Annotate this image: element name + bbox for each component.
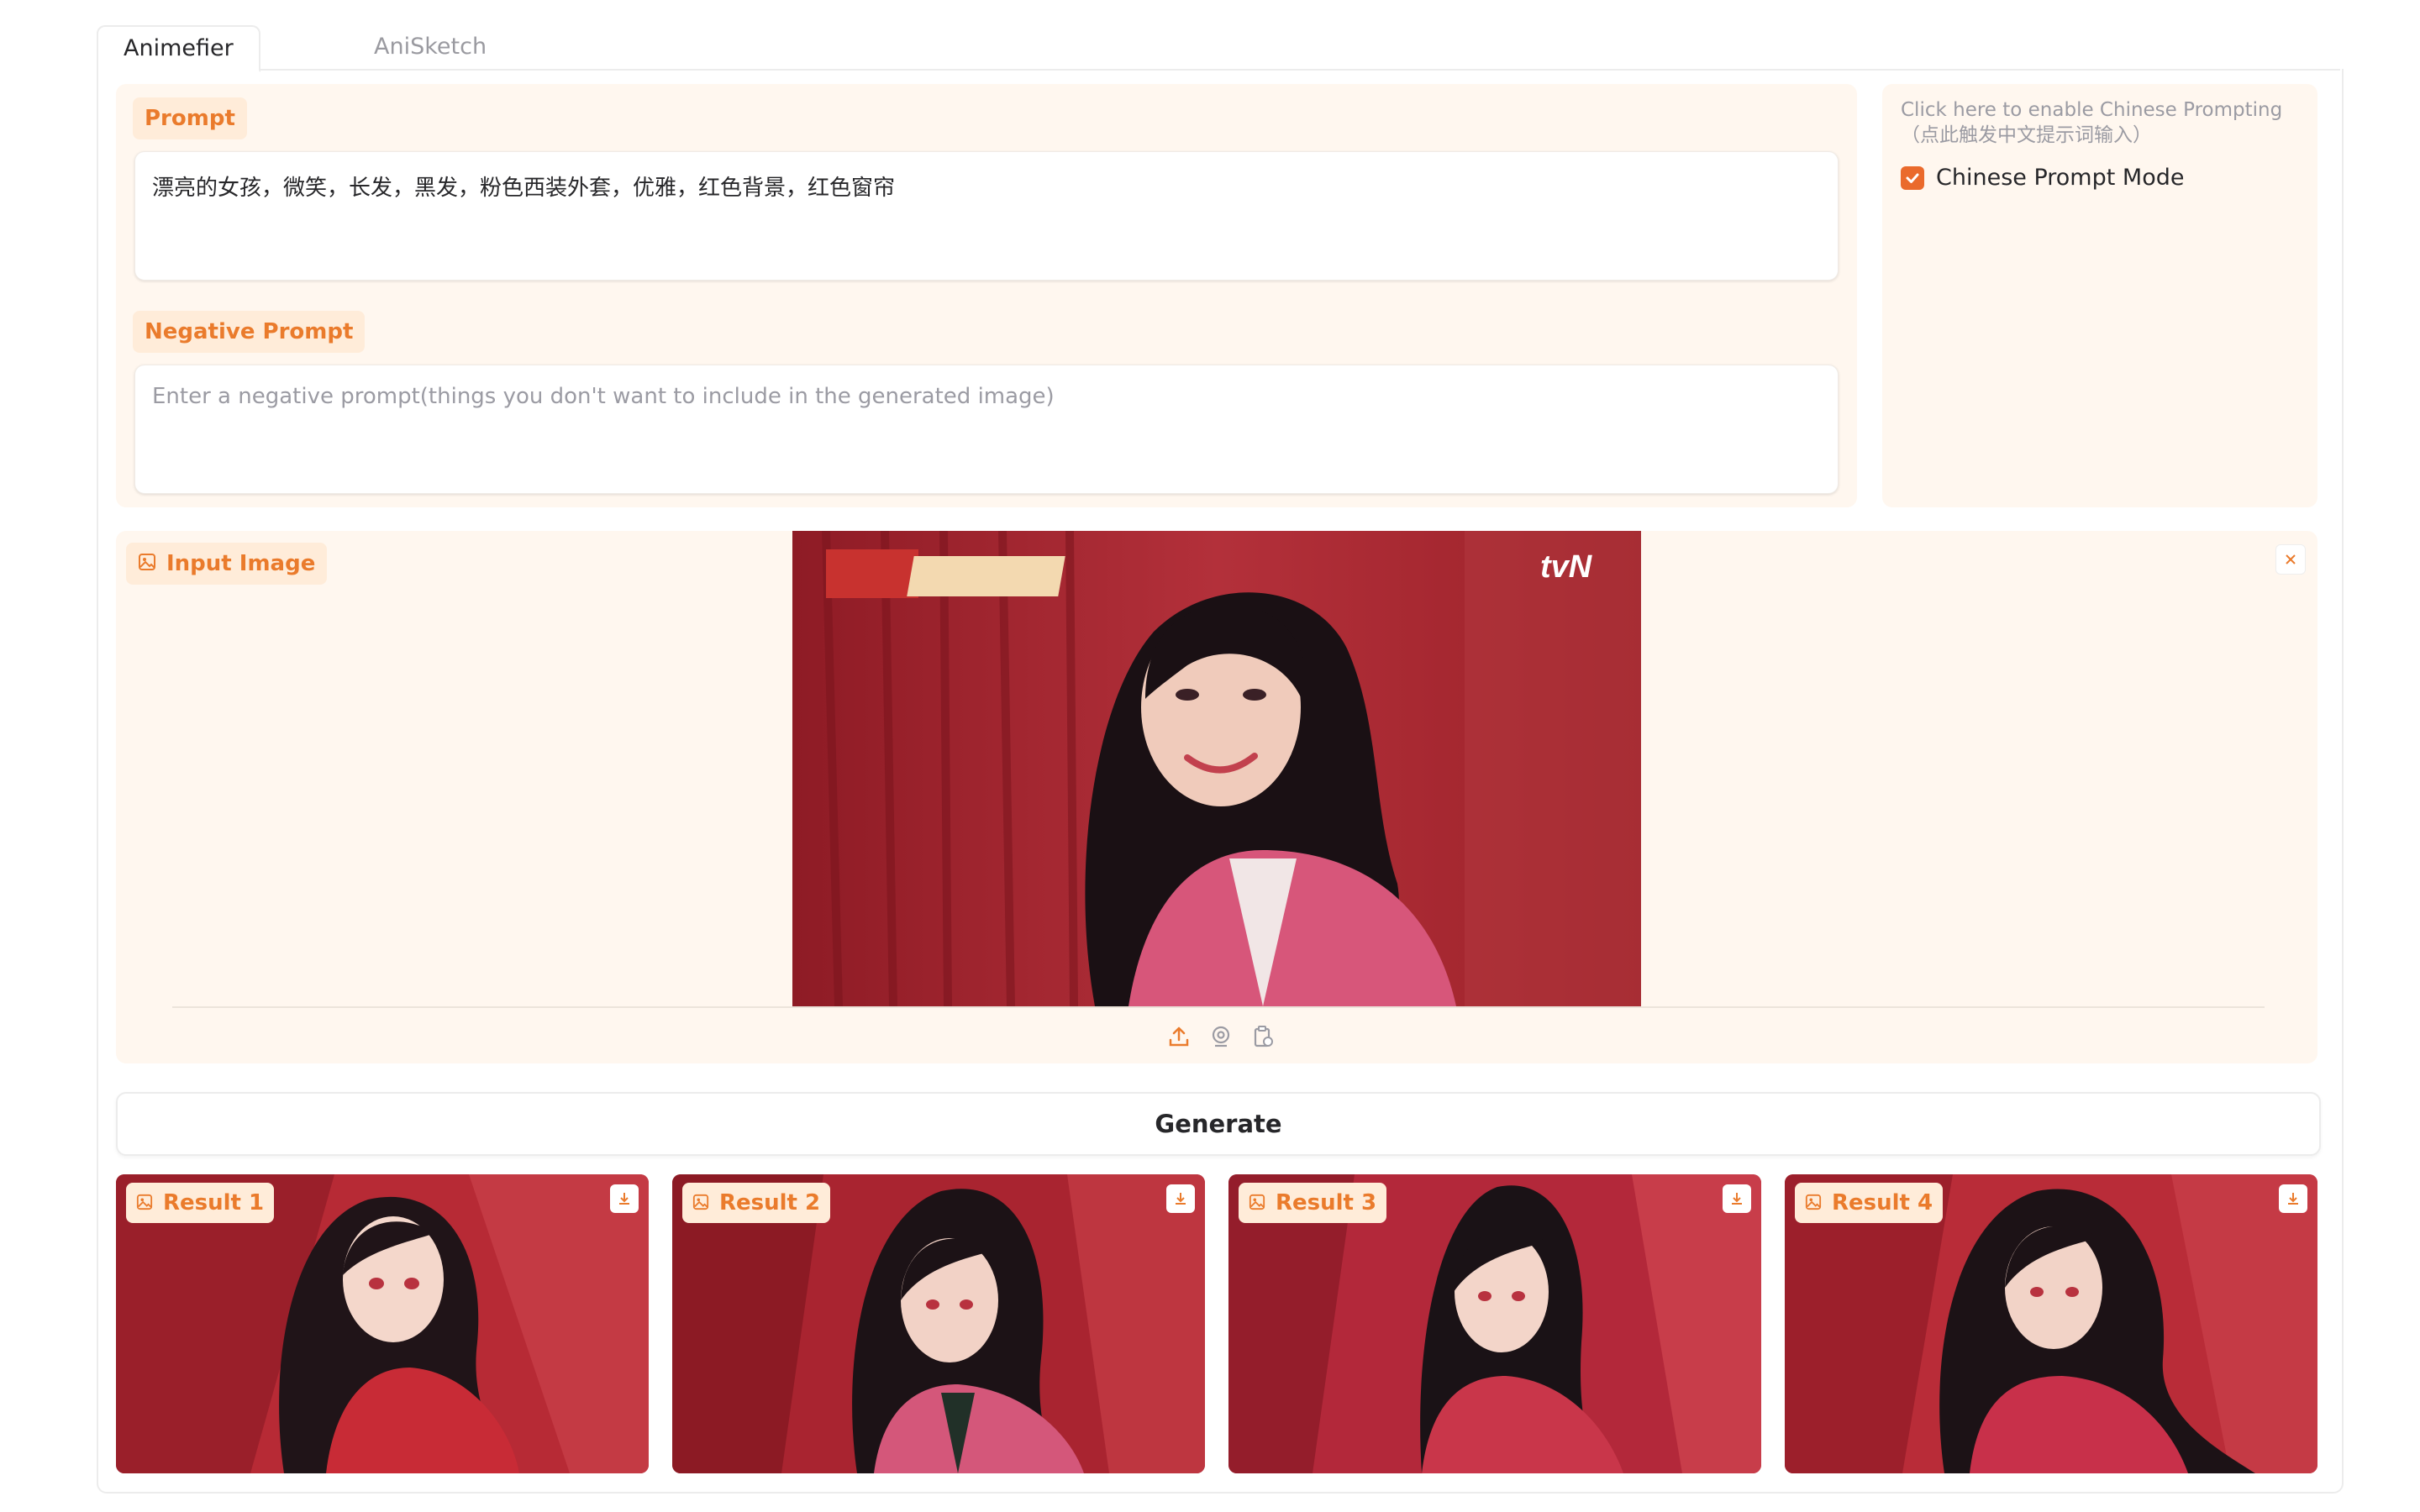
download-button[interactable] — [2279, 1184, 2307, 1213]
close-icon — [2286, 554, 2296, 564]
result-3: Result 3 — [1228, 1174, 1761, 1473]
download-button[interactable] — [1723, 1184, 1751, 1213]
prompt-label: Prompt — [133, 97, 247, 139]
input-image-preview: tvN — [792, 531, 1641, 1006]
result-4: Result 4 — [1785, 1174, 2317, 1473]
result-2-label: Result 2 — [682, 1183, 831, 1224]
webcam-icon[interactable] — [1206, 1021, 1236, 1052]
result-1-label: Result 1 — [126, 1183, 275, 1224]
image-icon — [692, 1184, 709, 1224]
prompt-input[interactable]: 漂亮的女孩，微笑，长发，黑发，粉色西装外套，优雅，红色背景，红色窗帘 — [134, 151, 1839, 281]
input-image-label: Input Image — [126, 543, 328, 585]
download-icon — [2288, 1193, 2298, 1205]
input-image-label-text: Input Image — [166, 551, 316, 576]
clipboard-icon[interactable] — [1248, 1021, 1278, 1052]
chinese-mode-panel: Click here to enable Chinese Prompting （… — [1882, 84, 2317, 507]
prompt-panel: Prompt 漂亮的女孩，微笑，长发，黑发，粉色西装外套，优雅，红色背景，红色窗… — [116, 84, 1857, 507]
result-3-label: Result 3 — [1239, 1183, 1387, 1224]
download-icon — [1732, 1193, 1742, 1205]
chinese-mode-label[interactable]: Chinese Prompt Mode — [1936, 165, 2184, 191]
result-1-label-text: Result 1 — [163, 1190, 265, 1215]
result-2: Result 2 — [672, 1174, 1205, 1473]
result-2-label-text: Result 2 — [719, 1190, 821, 1215]
chinese-hint-line2[interactable]: （点此触发中文提示词输入） — [1901, 123, 2152, 148]
clear-image-button[interactable] — [2275, 544, 2306, 575]
image-icon — [138, 543, 156, 585]
result-4-label-text: Result 4 — [1832, 1190, 1933, 1215]
download-button[interactable] — [610, 1184, 639, 1213]
chinese-mode-checkbox[interactable] — [1901, 166, 1924, 190]
result-4-label: Result 4 — [1795, 1183, 1944, 1224]
result-1: Result 1 — [116, 1174, 649, 1473]
chinese-hint-line1[interactable]: Click here to enable Chinese Prompting — [1901, 97, 2282, 123]
image-icon — [1249, 1184, 1265, 1224]
image-icon — [1805, 1184, 1822, 1224]
image-icon — [136, 1184, 153, 1224]
negative-prompt-input[interactable]: Enter a negative prompt(things you don't… — [134, 365, 1839, 494]
image-source-toolbar — [1164, 1021, 1278, 1052]
tab-anisketch[interactable]: AniSketch — [349, 25, 512, 69]
download-icon — [1176, 1193, 1186, 1205]
tab-bar: Animefier AniSketch — [97, 25, 2340, 72]
tvn-logo: tvN — [1540, 549, 1593, 585]
download-icon — [619, 1193, 629, 1205]
image-divider — [172, 1006, 2265, 1008]
generate-button[interactable]: Generate — [116, 1092, 2321, 1156]
negative-prompt-label: Negative Prompt — [133, 311, 366, 353]
check-icon — [1906, 173, 1919, 183]
download-button[interactable] — [1166, 1184, 1195, 1213]
upload-icon[interactable] — [1164, 1021, 1194, 1052]
result-3-label-text: Result 3 — [1276, 1190, 1377, 1215]
tab-animefier[interactable]: Animefier — [97, 25, 260, 72]
